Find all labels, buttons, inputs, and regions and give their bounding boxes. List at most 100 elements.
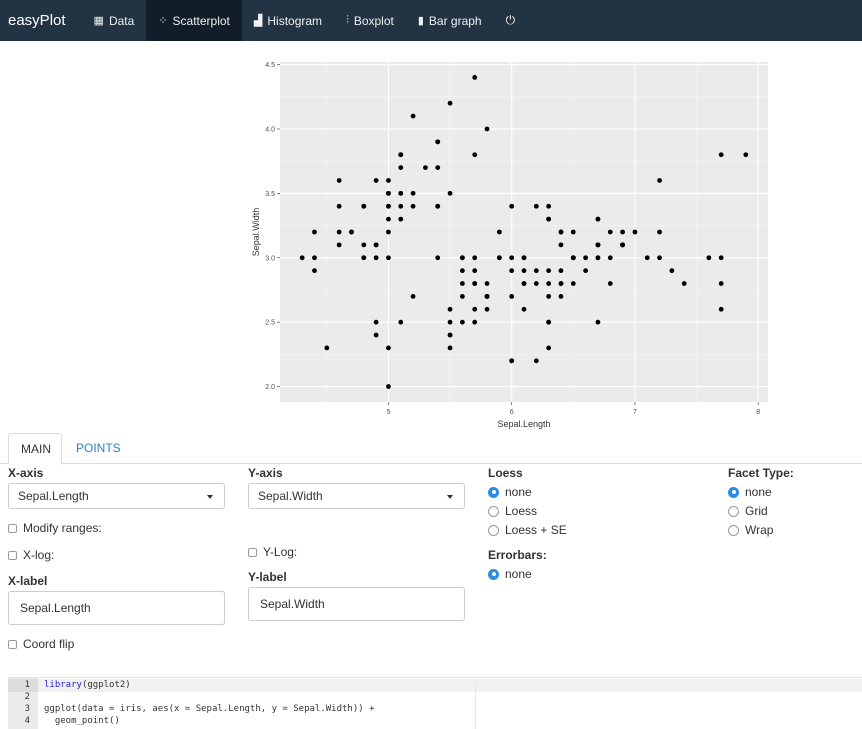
data-point (435, 139, 441, 145)
coord-flip-checkbox[interactable]: Coord flip (8, 637, 74, 651)
x-axis-title: Sepal.Length (497, 419, 550, 429)
data-point (533, 358, 539, 364)
power-icon: ⏻ (505, 13, 516, 27)
data-point (546, 345, 552, 351)
data-point (558, 229, 564, 235)
y-label-input[interactable]: Sepal.Width (248, 587, 465, 621)
loess-radio-loess-se[interactable]: Loess + SE (488, 523, 567, 537)
nav-data[interactable]: ▦ Data (82, 0, 147, 41)
data-point (595, 216, 601, 222)
data-point (484, 281, 490, 286)
y-tick-label: 4.0 (265, 126, 275, 133)
data-point (595, 319, 601, 325)
data-point (472, 255, 478, 261)
y-label-title: Y-label (248, 570, 287, 584)
data-point (312, 229, 317, 235)
data-point (423, 165, 428, 171)
x-tick-label: 6 (510, 409, 514, 416)
data-point (533, 203, 539, 209)
data-point (373, 255, 379, 261)
nav-scatterplot[interactable]: ⁘ Scatterplot (146, 0, 242, 41)
app-brand[interactable]: easyPlot (0, 0, 82, 41)
nav-histogram[interactable]: ▟ Histogram (242, 0, 334, 41)
power-button[interactable]: ⏻ (494, 0, 528, 41)
data-point (595, 255, 601, 261)
data-point (459, 281, 465, 286)
data-point (459, 255, 465, 261)
loess-title: Loess (488, 466, 523, 480)
x-tick-label: 5 (386, 409, 390, 416)
line-number: 3 (24, 704, 30, 714)
tab-main[interactable]: MAIN (8, 433, 62, 465)
y-log-checkbox[interactable]: Y-Log: (248, 545, 297, 559)
nav-boxplot[interactable]: ⫶ Boxplot (334, 0, 406, 41)
errorbars-radio-none[interactable]: none (488, 567, 532, 581)
loess-radio-loess[interactable]: Loess (488, 504, 537, 518)
tab-points[interactable]: POINTS (64, 433, 133, 464)
facet-radio-grid[interactable]: Grid (728, 504, 768, 518)
modify-ranges-label: Modify ranges: (23, 521, 102, 535)
data-point (533, 268, 539, 274)
nav-data-label: Data (108, 13, 135, 28)
nav-bar-graph[interactable]: ▮ Bar graph (406, 0, 494, 41)
data-point (361, 203, 367, 209)
data-point (312, 268, 317, 274)
data-point (373, 332, 379, 338)
x-log-label: X-log: (23, 548, 55, 562)
facet-type-title: Facet Type: (728, 466, 794, 480)
data-point (607, 229, 613, 235)
data-point (521, 306, 527, 312)
code-text: (ggplot2) (81, 680, 131, 690)
data-point (583, 268, 589, 274)
data-point (373, 319, 379, 325)
x-tick-label: 8 (756, 409, 760, 416)
x-axis-select[interactable]: Sepal.Length (8, 483, 225, 509)
facet-radio-wrap[interactable]: Wrap (728, 523, 773, 537)
data-point (398, 190, 404, 196)
data-point (447, 332, 453, 338)
x-label-input[interactable]: Sepal.Length (8, 591, 225, 625)
data-point (558, 268, 564, 274)
data-point (410, 203, 416, 209)
radio-icon (728, 524, 739, 536)
code-editor[interactable]: 1 2 3 4 library(ggplot2) ggplot(data = i… (8, 677, 862, 729)
data-point (743, 152, 749, 158)
data-point (324, 345, 330, 351)
facet-radio-none[interactable]: none (728, 485, 772, 499)
data-point (533, 281, 539, 286)
x-axis-select-value: Sepal.Length (18, 489, 89, 503)
print-margin (475, 678, 476, 729)
nav-boxplot-label: Boxplot (353, 13, 394, 28)
bar-chart-icon: ▮ (417, 15, 424, 27)
code-line: ggplot(data = iris, aes(x = Sepal.Length… (44, 704, 375, 714)
data-point (312, 255, 317, 261)
radio-icon (728, 505, 739, 517)
data-point (718, 152, 724, 158)
data-point (706, 255, 712, 261)
sliders-icon: ⫶ (346, 14, 349, 26)
data-point (718, 255, 724, 261)
data-point (484, 126, 490, 132)
y-tick-label: 2.5 (265, 320, 275, 327)
data-point (435, 165, 441, 171)
y-tick-label: 4.5 (265, 62, 275, 69)
data-point (447, 345, 453, 351)
data-point (570, 255, 576, 261)
data-point (546, 268, 552, 274)
x-log-checkbox[interactable]: X-log: (8, 548, 54, 562)
errorbars-title: Errorbars: (488, 548, 547, 562)
data-point (447, 306, 453, 312)
nav-scatterplot-label: Scatterplot (172, 13, 230, 28)
data-point (472, 152, 478, 158)
modify-ranges-checkbox[interactable]: Modify ranges: (8, 521, 102, 535)
data-point (398, 216, 404, 222)
code-keyword: library (44, 680, 82, 690)
active-line-highlight (38, 679, 862, 692)
data-point (546, 203, 552, 209)
data-point (509, 358, 515, 364)
loess-radio-none[interactable]: none (488, 485, 532, 499)
data-point (386, 190, 391, 196)
data-point (472, 319, 478, 325)
y-axis-select[interactable]: Sepal.Width (248, 483, 465, 509)
radio-icon (488, 524, 499, 536)
